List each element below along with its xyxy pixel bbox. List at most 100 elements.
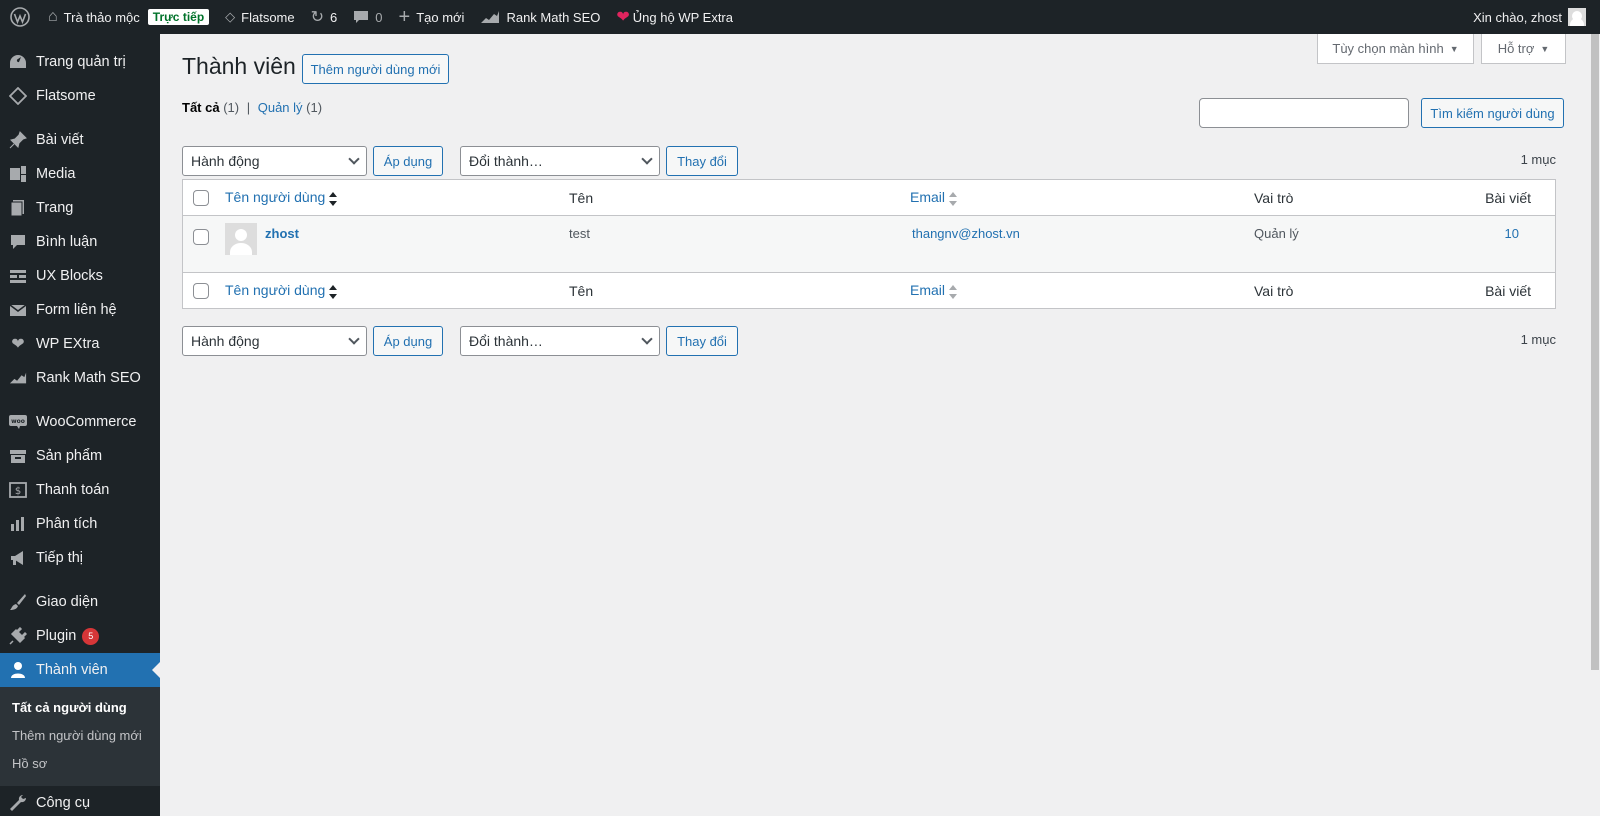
submenu-add-new-user[interactable]: Thêm người dùng mới [0, 722, 160, 750]
change-role-select-bottom[interactable]: Đổi thành… [460, 326, 660, 356]
menu-label: Tiếp thị [36, 550, 84, 566]
new-content-link[interactable]: + Tạo mới [391, 0, 473, 34]
admin-menu: Trang quản trị Flatsome Bài viết Media T… [0, 34, 160, 816]
email-link[interactable]: thangnv@zhost.vn [912, 226, 1020, 241]
search-users-button[interactable]: Tìm kiếm người dùng [1421, 98, 1564, 128]
change-button[interactable]: Thay đổi [666, 146, 738, 176]
rankmath-link[interactable]: Rank Math SEO [472, 0, 608, 34]
chevron-down-icon [348, 333, 360, 345]
avatar [1568, 8, 1586, 26]
menu-label: Sản phẩm [36, 448, 103, 464]
flatsome-diamond-icon: ◇ [225, 9, 236, 24]
updates-link[interactable]: ↻ 6 [303, 0, 346, 34]
filter-all-link[interactable]: Tất cả [182, 100, 220, 115]
scrollbar-thumb[interactable] [1591, 34, 1599, 670]
menu-item-rank-math[interactable]: Rank Math SEO [0, 361, 160, 395]
support-label: Ủng hộ WP Extra [632, 9, 733, 25]
dashboard-icon [9, 53, 27, 71]
menu-item-flatsome[interactable]: Flatsome [0, 79, 160, 113]
menu-label: Công cụ [36, 795, 91, 811]
submenu-profile[interactable]: Hồ sơ [0, 750, 160, 778]
menu-item-analytics[interactable]: Phân tích [0, 507, 160, 541]
change-role-select[interactable]: Đổi thành… [460, 146, 660, 176]
column-username-label: Tên người dùng [225, 282, 326, 299]
admin-bar: ⌂ Trà thảo mộc Trực tiếp ◇ Flatsome ↻ 6 … [0, 0, 1600, 34]
screen-options-button[interactable]: Tùy chọn màn hình ▼ [1317, 34, 1474, 64]
support-link[interactable]: ❤ Ủng hộ WP Extra [608, 0, 741, 34]
flatsome-icon [9, 87, 27, 105]
apply-button[interactable]: Áp dụng [373, 146, 443, 176]
rankmath-label: Rank Math SEO [506, 9, 601, 25]
row-checkbox[interactable] [193, 228, 209, 245]
menu-item-comments[interactable]: Bình luận [0, 225, 160, 259]
menu-item-payments[interactable]: $ Thanh toán [0, 473, 160, 507]
select-all-checkbox[interactable] [193, 190, 209, 207]
menu-item-posts[interactable]: Bài viết [0, 123, 160, 157]
users-submenu: Tất cả người dùng Thêm người dùng mới Hồ… [0, 687, 160, 786]
search-input[interactable] [1199, 98, 1409, 128]
submenu-all-users[interactable]: Tất cả người dùng [0, 694, 160, 722]
column-posts: Bài viết [1446, 179, 1556, 216]
vertical-scrollbar[interactable] [1588, 34, 1600, 816]
menu-item-contact-form[interactable]: Form liên hệ [0, 293, 160, 327]
updates-count: 6 [330, 9, 338, 25]
menu-item-users[interactable]: Thành viên [0, 653, 160, 687]
items-count-bottom: 1 mục [1520, 332, 1556, 347]
column-username[interactable]: Tên người dùng [217, 272, 561, 309]
menu-label: Thanh toán [36, 482, 110, 498]
mail-icon [9, 301, 27, 319]
menu-item-plugins[interactable]: Plugin 5 [0, 619, 160, 653]
menu-label: Plugin [36, 628, 77, 644]
add-new-user-button[interactable]: Thêm người dùng mới [302, 54, 449, 84]
plugin-update-badge: 5 [82, 627, 100, 645]
menu-item-appearance[interactable]: Giao diện [0, 585, 160, 619]
my-account-link[interactable]: Xin chào, zhost [1465, 0, 1600, 34]
change-button-bottom[interactable]: Thay đổi [666, 326, 738, 356]
column-posts: Bài viết [1446, 272, 1556, 309]
chart-icon [9, 515, 27, 533]
users-table: Tên người dùng Tên Email Vai trò Bài viế… [182, 179, 1556, 309]
table-header-row: Tên người dùng Tên Email Vai trò Bài viế… [182, 179, 1556, 216]
menu-label: Flatsome [36, 88, 96, 104]
bulk-action-select-bottom[interactable]: Hành động [182, 326, 367, 356]
menu-label: Bài viết [36, 132, 84, 148]
menu-item-dashboard[interactable]: Trang quản trị [0, 45, 160, 79]
caret-down-icon: ▼ [1540, 43, 1550, 54]
comments-link[interactable]: 0 [345, 0, 390, 34]
woo-icon: woo [9, 413, 27, 431]
menu-item-ux-blocks[interactable]: UX Blocks [0, 259, 160, 293]
filter-admin-link[interactable]: Quản lý [258, 100, 303, 115]
wrench-icon [9, 794, 27, 812]
role-filter: Tất cả (1) | Quản lý (1) [182, 100, 322, 115]
column-email[interactable]: Email [902, 179, 1246, 216]
dollar-icon: $ [9, 481, 27, 499]
live-badge: Trực tiếp [147, 9, 210, 25]
menu-item-wp-extra[interactable]: ❤ WP EXtra [0, 327, 160, 361]
column-email[interactable]: Email [902, 272, 1246, 309]
wordpress-logo-icon[interactable] [0, 0, 40, 34]
menu-item-media[interactable]: Media [0, 157, 160, 191]
column-username-label: Tên người dùng [225, 189, 326, 206]
menu-item-pages[interactable]: Trang [0, 191, 160, 225]
menu-item-products[interactable]: Sản phẩm [0, 439, 160, 473]
chevron-down-icon [641, 153, 653, 165]
site-name-link[interactable]: ⌂ Trà thảo mộc Trực tiếp [40, 0, 217, 34]
bulk-action-select[interactable]: Hành động [182, 146, 367, 176]
apply-button-bottom[interactable]: Áp dụng [373, 326, 443, 356]
theme-link[interactable]: ◇ Flatsome [217, 0, 302, 34]
username-link[interactable]: zhost [265, 226, 299, 241]
brush-icon [9, 593, 27, 611]
screen-options-label: Tùy chọn màn hình [1332, 41, 1444, 56]
select-all-cell [182, 179, 217, 216]
help-button[interactable]: Hỗ trợ ▼ [1481, 34, 1566, 64]
rankmath-icon [9, 369, 27, 387]
select-all-checkbox[interactable] [193, 283, 209, 300]
column-username[interactable]: Tên người dùng [217, 179, 561, 216]
menu-item-woocommerce[interactable]: woo WooCommerce [0, 405, 160, 439]
posts-count-link[interactable]: 10 [1505, 226, 1519, 241]
pin-icon [9, 131, 27, 149]
select-all-cell [182, 272, 217, 309]
media-icon [9, 165, 27, 183]
menu-item-tools[interactable]: Công cụ [0, 786, 160, 816]
menu-item-marketing[interactable]: Tiếp thị [0, 541, 160, 575]
